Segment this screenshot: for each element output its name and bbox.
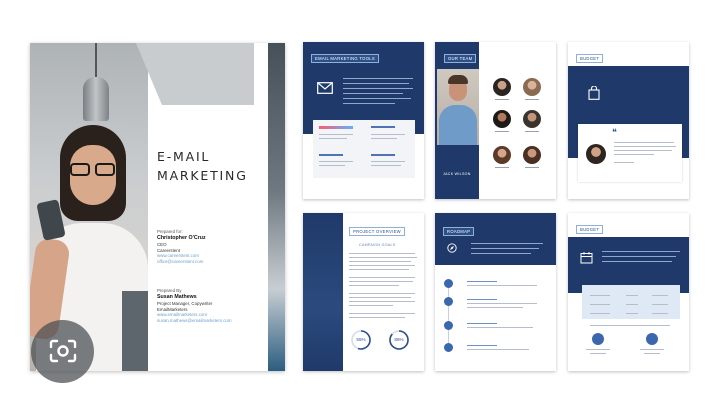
budget-option-icon [646, 333, 658, 345]
page-title-budget-bottom: BUDGET [576, 225, 604, 234]
team-member-avatar [523, 146, 541, 164]
roadmap-step-dot [444, 279, 453, 288]
testimonial-card: ❝ [578, 124, 682, 182]
glasses [68, 163, 118, 177]
budget-table [582, 285, 680, 319]
page-title-project-overview: PROJECT OVERVIEW [349, 227, 405, 236]
page-title-our-team: OUR TEAM [444, 54, 477, 63]
quote-icon: ❝ [612, 128, 617, 138]
cover-grey-band [136, 43, 254, 105]
team-member-avatar [523, 110, 541, 128]
team-member-avatar [493, 110, 511, 128]
tool-gradient-bar [319, 126, 353, 129]
budget-option-icon [592, 333, 604, 345]
page-project-overview: PROJECT OVERVIEW CAMPAIGN GOALS 55% 86% [303, 213, 424, 371]
cover-photo-woman-with-phone [30, 43, 148, 371]
prepared-for-email[interactable]: office@careerstent.com [157, 259, 265, 265]
pendant-lamp [83, 77, 109, 121]
prepared-by-block: Prepared By Susan Mathews Project Manage… [157, 288, 265, 324]
testimonial-avatar [586, 144, 606, 164]
laptop [122, 291, 148, 371]
prepared-for-block: Prepared for: Christopher O'Cruz CEO Car… [157, 229, 265, 265]
page-budget-top: BUDGET ❝ [568, 42, 689, 199]
tools-card [313, 120, 415, 178]
page-title-marketing-tools: EMAIL MARKETING TOOLS [311, 54, 379, 63]
team-member-avatar [493, 78, 511, 96]
compass-icon [447, 243, 457, 253]
page-title-budget-top: BUDGET [576, 54, 604, 63]
prepared-by-name: Susan Mathews [157, 293, 197, 300]
prepared-for-label: Prepared for: [157, 229, 183, 234]
page-roadmap: ROADMAP [435, 213, 556, 371]
team-lead-photo [437, 69, 479, 145]
roadmap-step-dot [444, 343, 453, 352]
team-member-avatar [493, 146, 511, 164]
roadmap-step-dot [444, 297, 453, 306]
prepared-by-email[interactable]: susan.mathews@emailmarketers.com [157, 318, 265, 324]
envelope-icon [317, 82, 333, 94]
cover-title: E-MAIL MARKETING [157, 147, 267, 185]
camera-search-button[interactable] [31, 320, 94, 383]
stat-value-2: 86% [394, 337, 404, 342]
cover-side-strip [268, 43, 285, 371]
cover-title-line1: E-MAIL [157, 149, 211, 164]
cover-title-line2: MARKETING [157, 168, 248, 183]
roadmap-step-dot [444, 321, 453, 330]
shopping-bag-icon [588, 86, 600, 100]
page-our-team: OUR TEAM JACK WILSON [435, 42, 556, 199]
stat-value-1: 55% [356, 337, 366, 342]
overview-subtitle: CAMPAIGN GOALS [359, 243, 396, 247]
camera-search-icon [49, 339, 77, 363]
page-budget-bottom: BUDGET [568, 213, 689, 371]
prepared-by-label: Prepared By [157, 288, 182, 293]
team-lead-name: JACK WILSON [443, 172, 471, 176]
team-member-avatar [523, 78, 541, 96]
page-title-roadmap: ROADMAP [443, 227, 475, 236]
calendar-icon [580, 252, 593, 264]
page-marketing-tools: EMAIL MARKETING TOOLS [303, 42, 424, 199]
prepared-for-name: Christopher O'Cruz [157, 234, 206, 241]
